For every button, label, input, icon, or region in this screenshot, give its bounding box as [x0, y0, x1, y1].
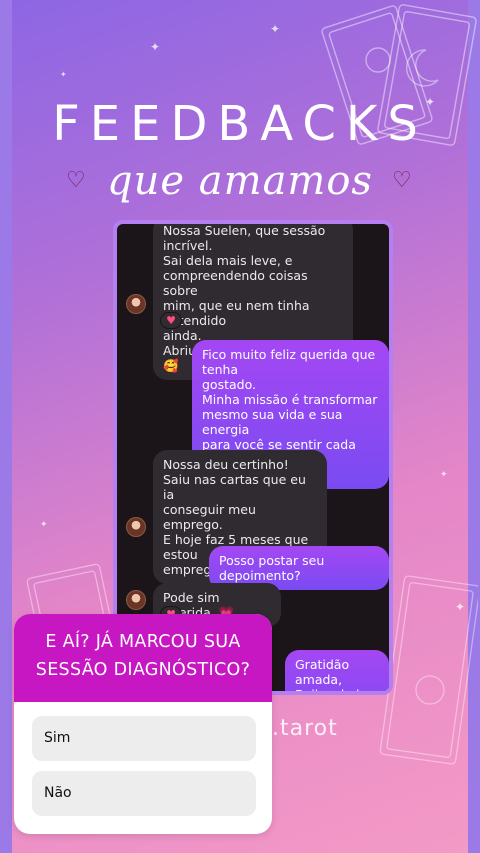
- headline: FEEDBACKS: [52, 96, 428, 152]
- sparkle-icon: ✦: [440, 470, 448, 480]
- poll-sticker: E AÍ? JÁ MARCOU SUA SESSÃO DIAGNÓSTICO? …: [14, 614, 272, 834]
- poll-option-nao[interactable]: Não: [32, 771, 256, 816]
- poll-question: E AÍ? JÁ MARCOU SUA SESSÃO DIAGNÓSTICO?: [35, 632, 251, 680]
- sparkle-icon: ✦: [150, 40, 161, 54]
- subheadline: que amamos: [107, 158, 373, 204]
- heart-outline-icon: ♡: [392, 168, 412, 193]
- avatar: [126, 294, 146, 314]
- sparkle-icon: ✦: [270, 22, 281, 36]
- heart-reaction-icon: ♥: [160, 312, 182, 329]
- story-background: ✦ ✦ ✦ ✦ ✦ ✦ ✦ FEEDBACKS ♡ que amamos ♡ N…: [0, 0, 480, 853]
- sparkle-icon: ✦: [60, 70, 67, 79]
- avatar: [126, 590, 146, 610]
- tarot-card-right-icon: [379, 575, 478, 765]
- poll-header: E AÍ? JÁ MARCOU SUA SESSÃO DIAGNÓSTICO?: [14, 614, 272, 702]
- avatar: [126, 517, 146, 537]
- brand-watermark: .tarot: [272, 716, 338, 741]
- message-bubble-outgoing: Gratidão amada, Beijos de luz 🌟: [285, 650, 389, 691]
- sparkle-icon: ✦: [40, 520, 48, 530]
- poll-option-sim[interactable]: Sim: [32, 716, 256, 761]
